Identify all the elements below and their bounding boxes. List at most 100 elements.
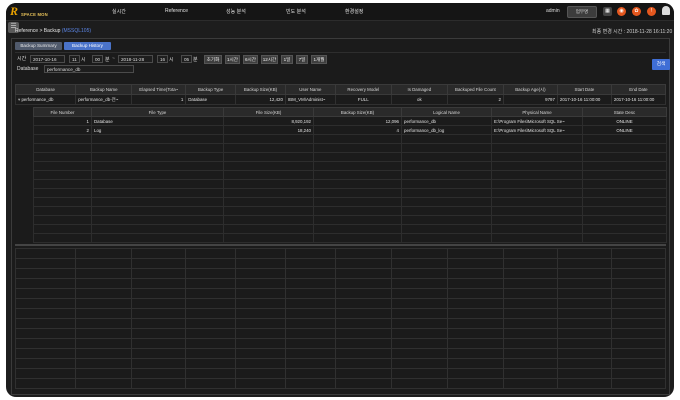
logo[interactable]: R SPACE MON <box>8 4 50 20</box>
range-1h-button[interactable]: 1시간 <box>225 55 240 64</box>
range-1d-button[interactable]: 1일 <box>281 55 293 64</box>
cell: Log <box>91 125 224 135</box>
col-header[interactable]: Backup Name <box>75 84 133 95</box>
col-header[interactable]: Logical Name <box>401 107 492 117</box>
backup-file-table: File Number File Type File Size(KB) Back… <box>33 107 667 243</box>
col-header[interactable]: Backup Size(KB) <box>235 84 286 95</box>
logout-button[interactable]: 업무명 <box>567 6 597 18</box>
col-header[interactable]: Physical Name <box>491 107 583 117</box>
cell: ok <box>390 94 448 105</box>
table-row[interactable]: 1 Database 8,920,192 12,096 performance_… <box>33 116 667 126</box>
cell: 2 <box>33 125 92 135</box>
nav-performance[interactable]: 성능 분석 <box>226 8 246 15</box>
filter-bar: 시간 2017-10-16 11 시 00 분 ~ 2018-11-28 16 … <box>15 52 670 83</box>
col-header[interactable]: End Date <box>610 84 667 95</box>
col-header[interactable]: User Name <box>284 84 336 95</box>
cell: 18,240 <box>223 125 314 135</box>
empty-row <box>14 298 667 309</box>
empty-row <box>14 348 667 359</box>
monitor-icon[interactable]: ◉ <box>617 7 626 16</box>
cell: ▾ performance_db <box>14 94 77 105</box>
range-7d-button[interactable]: 7일 <box>296 55 308 64</box>
col-header[interactable]: Elapsed Time(Tota~ <box>131 84 187 95</box>
cell: performance_db_log <box>401 125 492 135</box>
nav-frequency[interactable]: 빈도 분석 <box>286 8 306 15</box>
cell: E:\Program Files\Microsoft SQL Se~ <box>491 125 583 135</box>
col-header[interactable]: Backup Size(KB) <box>313 107 402 117</box>
empty-row <box>14 268 667 279</box>
col-header[interactable]: Recovery Model <box>334 84 392 95</box>
top-bar: R SPACE MON 실시간 Reference 성능 분석 빈도 분석 환경… <box>6 3 674 21</box>
bell-icon[interactable] <box>662 6 670 15</box>
app-window: R SPACE MON 실시간 Reference 성능 분석 빈도 분석 환경… <box>6 3 674 397</box>
start-min-select[interactable]: 00 <box>92 55 103 63</box>
breadcrumb: Reference > Backup (MSSQL105) <box>15 28 92 34</box>
tab-backup-summary[interactable]: Backup Summary <box>15 42 62 50</box>
col-header[interactable]: Start Date <box>556 84 612 95</box>
table-header-row: File Number File Type File Size(KB) Back… <box>33 107 667 117</box>
grid-icon[interactable]: ▦ <box>603 7 612 16</box>
col-header[interactable]: Database <box>14 84 77 95</box>
empty-row <box>33 134 667 144</box>
empty-row <box>33 152 667 162</box>
cell: 12,420 <box>235 94 286 105</box>
col-header[interactable]: Backup Type <box>185 84 237 95</box>
search-button[interactable]: 검색 <box>652 59 670 70</box>
empty-row <box>33 161 667 171</box>
cell: IBM_VM\Administ~ <box>284 94 336 105</box>
database-input[interactable]: performance_db <box>44 65 134 73</box>
table-header-row: Database Backup Name Elapsed Time(Tota~ … <box>14 84 667 95</box>
nav-realtime[interactable]: 실시간 <box>112 8 126 15</box>
cell: 2017-10-16 11:00:00 <box>556 94 612 105</box>
cell: 9797 <box>502 94 558 105</box>
col-header[interactable]: Backup Age(시) <box>502 84 558 95</box>
table-row[interactable]: 2 Log 18,240 4 performance_db_log E:\Pro… <box>33 125 667 135</box>
nav-reference[interactable]: Reference <box>165 8 188 14</box>
col-header[interactable]: File Number <box>33 107 92 117</box>
end-hour-select[interactable]: 16 <box>157 55 168 63</box>
hour-unit-label-2: 시 <box>169 57 174 63</box>
cell: 2 <box>446 94 504 105</box>
col-header[interactable]: Is Damaged <box>390 84 448 95</box>
cell: FULL <box>334 94 392 105</box>
col-header[interactable]: File Size(KB) <box>223 107 314 117</box>
cell: E:\Program Files\Microsoft SQL Se~ <box>491 116 583 126</box>
end-min-select[interactable]: 05 <box>181 55 192 63</box>
empty-row <box>33 206 667 216</box>
col-header[interactable]: State Desc <box>582 107 667 117</box>
col-header[interactable]: File Type <box>91 107 224 117</box>
hour-unit-label: 시 <box>81 57 86 63</box>
last-update-time: 최종 변경 시간 : 2018-11-28 16:11:20 <box>592 29 673 35</box>
cell: 1 <box>131 94 187 105</box>
database-label: Database <box>17 66 39 72</box>
logo-text: SPACE MON <box>21 12 48 17</box>
tab-backup-history[interactable]: Backup History <box>64 42 111 50</box>
section-divider[interactable] <box>15 244 666 246</box>
start-date-input[interactable]: 2017-10-16 <box>30 55 65 63</box>
start-hour-select[interactable]: 11 <box>69 55 80 63</box>
time-label: 시간 <box>17 56 27 62</box>
cell: 4 <box>313 125 402 135</box>
range-12h-button[interactable]: 12시간 <box>261 55 278 64</box>
range-6h-button[interactable]: 6시간 <box>243 55 258 64</box>
table-row[interactable]: ▾ performance_db performance_db-전~ 1 Dat… <box>14 94 667 105</box>
empty-row <box>14 318 667 329</box>
cell: 8,920,192 <box>223 116 314 126</box>
empty-row <box>14 368 667 379</box>
settings-icon[interactable]: ✿ <box>632 7 641 16</box>
logo-mark: R <box>10 4 19 18</box>
cell: 2017-10-16 11:00:00 <box>610 94 667 105</box>
empty-row <box>14 258 667 269</box>
alert-icon[interactable]: ! <box>647 7 656 16</box>
empty-row <box>14 338 667 349</box>
col-header[interactable]: Backuped File Count <box>446 84 504 95</box>
empty-row <box>14 328 667 339</box>
nav-settings[interactable]: 환경설정 <box>345 8 363 15</box>
min-unit-label-2: 분 <box>193 57 198 63</box>
reset-button[interactable]: 초기화 <box>204 55 222 64</box>
user-name: admin <box>546 8 560 14</box>
backup-history-table: Database Backup Name Elapsed Time(Tota~ … <box>14 84 667 105</box>
range-1m-button[interactable]: 1개월 <box>311 55 327 64</box>
end-date-input[interactable]: 2018-11-28 <box>118 55 153 63</box>
empty-row <box>33 188 667 198</box>
